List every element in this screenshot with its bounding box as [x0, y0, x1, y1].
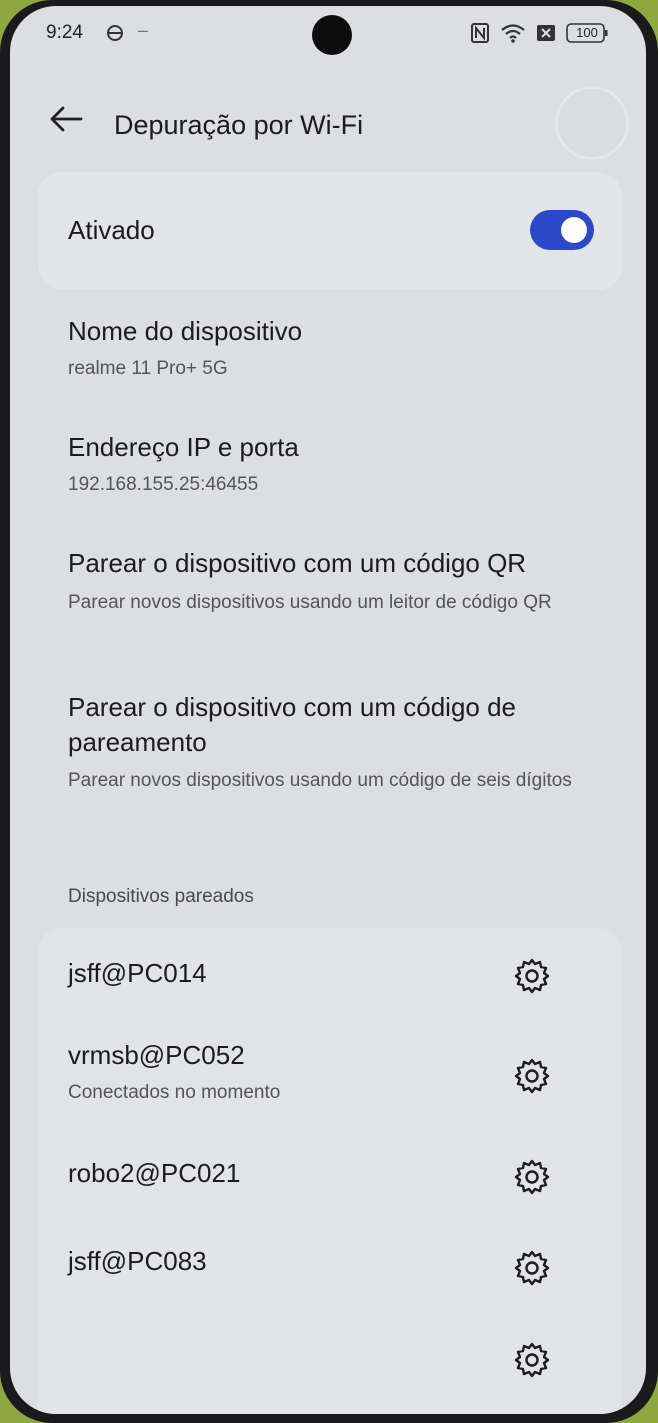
device-name: jsff@PC014	[68, 958, 207, 988]
gear-icon[interactable]	[512, 1248, 552, 1288]
device-name: jsff@PC083	[68, 1246, 207, 1276]
setting-subtitle: Parear novos dispositivos usando um códi…	[68, 770, 572, 791]
nfc-icon	[471, 23, 489, 43]
status-dash-icon: –	[138, 20, 149, 40]
setting-title: Endereço IP e porta	[68, 432, 299, 462]
gear-icon[interactable]	[512, 1340, 552, 1380]
wifi-icon	[501, 24, 525, 43]
sim-icon	[537, 25, 555, 41]
paired-device-row[interactable]: robo2@PC021	[38, 1132, 622, 1222]
setting-subtitle: realme 11 Pro+ 5G	[68, 358, 228, 379]
setting-title: Nome do dispositivo	[68, 316, 303, 346]
gear-icon[interactable]	[512, 956, 552, 996]
settings-status-icon	[107, 25, 123, 41]
paired-devices-header: Dispositivos pareados	[68, 886, 254, 907]
toggle-label: Ativado	[68, 215, 155, 245]
wifi-debug-switch[interactable]	[530, 210, 594, 250]
setting-title: Parear o dispositivo com um código de pa…	[68, 692, 517, 757]
phone-bezel: 9:24 – 100 Depuração por Wi-Fi Ativado N…	[0, 0, 658, 1423]
back-arrow-icon[interactable]	[48, 104, 84, 134]
front-camera	[312, 15, 352, 55]
device-name: robo2@PC021	[68, 1158, 241, 1188]
status-bar: 9:24 – 100	[10, 6, 646, 62]
paired-device-row[interactable]: jsff@PC014	[38, 928, 622, 1026]
status-time: 9:24	[46, 22, 83, 43]
screen: 9:24 – 100 Depuração por Wi-Fi Ativado N…	[10, 6, 646, 1414]
paired-device-row[interactable]: vrmsb@PC052 Conectados no momento	[38, 1026, 622, 1132]
gear-icon[interactable]	[512, 1056, 552, 1096]
device-name: vrmsb@PC052	[68, 1040, 245, 1070]
device-status: Conectados no momento	[68, 1082, 281, 1103]
setting-title: Parear o dispositivo com um código QR	[68, 548, 527, 578]
setting-subtitle: Parear novos dispositivos usando um leit…	[68, 592, 552, 613]
floating-circle-button[interactable]	[555, 86, 629, 160]
page-title: Depuração por Wi-Fi	[114, 110, 364, 140]
paired-device-row-partial[interactable]	[38, 1314, 622, 1414]
paired-device-row[interactable]: jsff@PC083	[38, 1222, 622, 1314]
wifi-debug-toggle-card[interactable]: Ativado	[38, 172, 622, 290]
setting-subtitle: 192.168.155.25:46455	[68, 474, 259, 495]
switch-knob	[561, 217, 587, 243]
gear-icon[interactable]	[512, 1157, 552, 1197]
battery-level: 100	[576, 25, 598, 40]
